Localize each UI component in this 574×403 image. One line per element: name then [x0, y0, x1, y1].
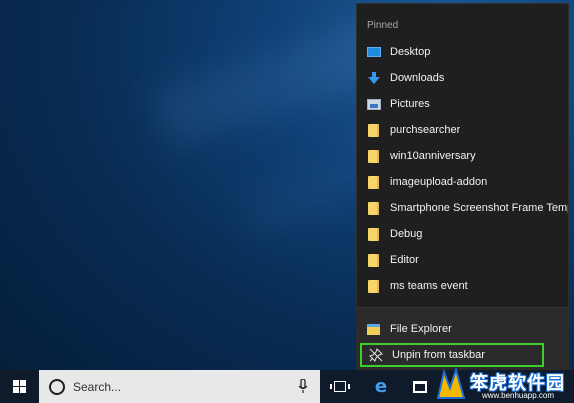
microphone-icon[interactable]	[296, 379, 310, 395]
unpin-icon	[368, 348, 383, 362]
pinned-item-win10anniversary[interactable]: win10anniversary	[357, 143, 568, 169]
edge-taskbar-button[interactable]: e	[366, 370, 396, 403]
file-explorer-label: File Explorer	[390, 323, 452, 335]
pinned-item-desktop[interactable]: Desktop	[357, 39, 568, 65]
folder-icon	[366, 201, 381, 215]
pinned-item-label: Pictures	[390, 98, 430, 110]
task-view-button[interactable]	[326, 370, 354, 403]
folder-icon	[366, 253, 381, 267]
pinned-item-editor[interactable]: Editor	[357, 247, 568, 273]
pinned-item-label: win10anniversary	[390, 150, 476, 162]
pinned-item-label: Editor	[390, 254, 419, 266]
pictures-icon	[366, 97, 381, 111]
store-icon	[413, 380, 427, 393]
folder-icon	[366, 149, 381, 163]
pinned-item-label: Downloads	[390, 72, 445, 84]
pinned-item-label: Debug	[390, 228, 423, 240]
folder-icon	[366, 227, 381, 241]
pinned-item-downloads[interactable]: Downloads	[357, 65, 568, 91]
pinned-item-label: imageupload-addon	[390, 176, 488, 188]
download-arrow-icon	[366, 71, 381, 85]
watermark-url: www.benhuapp.com	[482, 391, 555, 400]
pinned-item-label: ms teams event	[390, 280, 468, 292]
pinned-item-label: Desktop	[390, 46, 431, 58]
file-explorer-item[interactable]: File Explorer	[357, 316, 568, 342]
jump-list-tasks: File Explorer Unpin from taskbar	[357, 307, 568, 371]
folder-icon	[366, 175, 381, 189]
pinned-section-title: Pinned	[367, 20, 399, 31]
pinned-list: Desktop Downloads Pictures purchsearcher…	[357, 39, 568, 299]
pinned-item-pictures[interactable]: Pictures	[357, 91, 568, 117]
taskbar-search-box[interactable]: Search...	[39, 370, 320, 403]
pinned-item-purchsearcher[interactable]: purchsearcher	[357, 117, 568, 143]
search-placeholder: Search...	[73, 379, 122, 394]
start-button[interactable]	[0, 370, 38, 403]
pinned-item-ms-teams-event[interactable]: ms teams event	[357, 273, 568, 299]
taskbar-jump-list: Pinned Desktop Downloads Pictures purchs…	[356, 3, 569, 371]
pinned-item-imageupload-addon[interactable]: imageupload-addon	[357, 169, 568, 195]
pinned-item-smartphone-screenshot[interactable]: Smartphone Screenshot Frame Templa...	[357, 195, 568, 221]
windows-logo-icon	[12, 380, 26, 393]
site-watermark: 笨虎软件园 www.benhuapp.com	[430, 366, 574, 403]
pinned-item-label: purchsearcher	[390, 124, 461, 136]
desktop-icon	[366, 45, 381, 59]
file-explorer-icon	[366, 322, 381, 336]
pinned-item-debug[interactable]: Debug	[357, 221, 568, 247]
edge-icon: e	[374, 376, 388, 397]
unpin-from-taskbar-item[interactable]: Unpin from taskbar	[360, 343, 544, 367]
pinned-item-label: Smartphone Screenshot Frame Templa...	[390, 202, 568, 214]
folder-icon	[366, 123, 381, 137]
unpin-label: Unpin from taskbar	[392, 349, 485, 361]
task-view-icon	[330, 381, 350, 392]
cortana-circle-icon	[49, 378, 65, 395]
folder-icon	[366, 279, 381, 293]
watermark-logo-icon	[436, 368, 466, 399]
